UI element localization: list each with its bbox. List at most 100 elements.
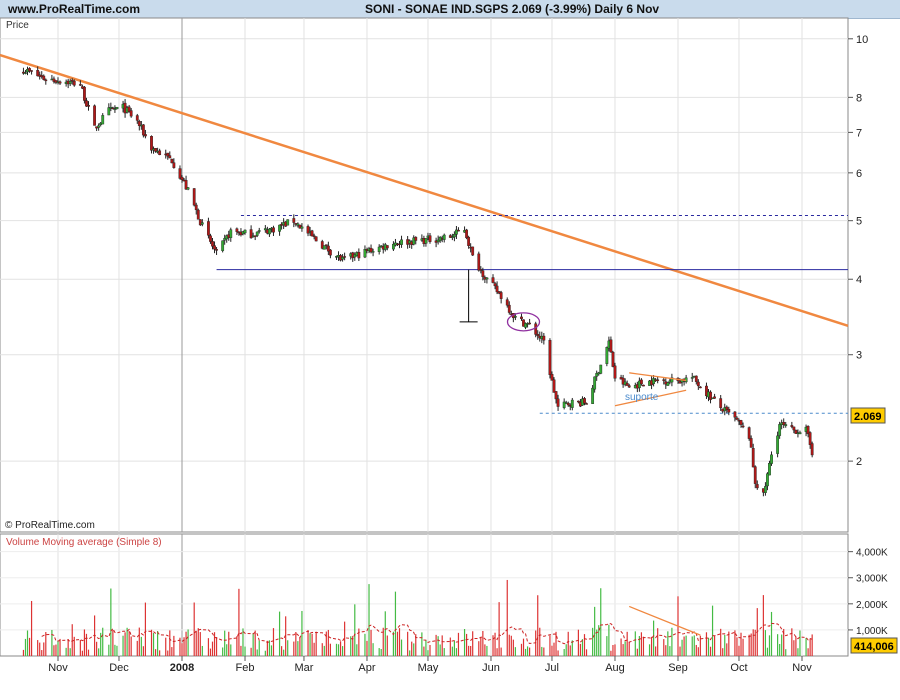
candle-body bbox=[68, 81, 72, 84]
candle-body bbox=[613, 365, 617, 379]
candle-body bbox=[471, 246, 475, 256]
candle-body bbox=[24, 72, 27, 74]
candle-body bbox=[328, 249, 332, 256]
candle-body bbox=[107, 107, 111, 116]
candle-body bbox=[424, 238, 428, 244]
copyright-label: © ProRealTime.com bbox=[5, 520, 95, 531]
candle-body bbox=[735, 417, 739, 420]
candle-body bbox=[591, 387, 595, 404]
time-tick-label: Sep bbox=[668, 662, 688, 674]
last-price-value: 2.069 bbox=[854, 411, 882, 423]
candle-body bbox=[452, 234, 456, 238]
candle-body bbox=[808, 432, 812, 445]
candle-body bbox=[798, 432, 802, 435]
candle-body bbox=[768, 463, 771, 476]
candle-body bbox=[172, 162, 176, 168]
candle-body bbox=[727, 408, 731, 413]
candle-body bbox=[495, 285, 499, 293]
candle-body bbox=[209, 235, 212, 242]
candle-body bbox=[583, 398, 586, 404]
candle-body bbox=[627, 385, 631, 388]
candle-body bbox=[550, 374, 554, 381]
price-tick-label: 3 bbox=[856, 350, 862, 362]
candle-body bbox=[534, 323, 538, 335]
candle-body bbox=[770, 454, 773, 464]
candle-body bbox=[493, 283, 497, 287]
candle-body bbox=[343, 256, 347, 258]
volume-axis: 1,000K 2,000K 3,000K 4,000K bbox=[848, 548, 888, 637]
candle-body bbox=[778, 424, 782, 436]
candle-body bbox=[741, 425, 745, 428]
time-tick-label: Apr bbox=[358, 662, 375, 674]
last-volume-value: 414,006 bbox=[854, 641, 894, 653]
candle-body bbox=[97, 125, 101, 128]
price-tick-label: 7 bbox=[856, 127, 862, 139]
candle-body bbox=[30, 70, 33, 72]
candle-body bbox=[611, 351, 615, 367]
candle-body bbox=[310, 230, 314, 237]
time-tick-label: Jul bbox=[545, 662, 559, 674]
candle-body bbox=[158, 150, 162, 156]
candle-body bbox=[698, 386, 702, 389]
candle-body bbox=[168, 155, 172, 159]
candle-body bbox=[101, 115, 105, 125]
candle-body bbox=[465, 229, 468, 239]
volume-tick-label: 3,000K bbox=[856, 574, 888, 585]
candle-body bbox=[93, 105, 96, 126]
candle-body bbox=[371, 251, 375, 253]
candle-body bbox=[694, 375, 698, 382]
candle-body bbox=[180, 176, 184, 180]
candle-body bbox=[505, 299, 509, 306]
candle-body bbox=[552, 379, 556, 393]
candle-body bbox=[713, 396, 716, 399]
candle-body bbox=[194, 204, 198, 211]
candle-body bbox=[377, 246, 381, 253]
time-tick-label: Oct bbox=[730, 662, 747, 674]
volume-tick-label: 4,000K bbox=[856, 548, 888, 559]
time-tick-label: 2008 bbox=[170, 662, 194, 674]
candle-body bbox=[593, 376, 597, 390]
candle-body bbox=[810, 443, 814, 456]
candle-body bbox=[357, 252, 361, 259]
candle-body bbox=[625, 382, 629, 386]
candle-body bbox=[196, 209, 200, 220]
candle-body bbox=[477, 253, 481, 271]
candle-body bbox=[570, 399, 574, 408]
price-tick-label: 5 bbox=[856, 216, 862, 228]
candle-body bbox=[513, 316, 517, 318]
candle-body bbox=[221, 240, 225, 251]
candle-body bbox=[499, 292, 503, 299]
candle-body bbox=[135, 115, 139, 121]
support-label: suporte bbox=[625, 392, 659, 403]
candle-body bbox=[556, 398, 560, 407]
candle-body bbox=[528, 322, 532, 325]
candle-body bbox=[322, 245, 326, 250]
candle-body bbox=[599, 364, 603, 374]
chart-canvas[interactable]: 2 3 4 5 6 7 8 10 Price © ProRealTime.com suport… bbox=[0, 0, 900, 700]
candle-body bbox=[479, 269, 483, 271]
candle-body bbox=[144, 134, 147, 137]
candle-body bbox=[542, 335, 546, 341]
candle-body bbox=[255, 231, 259, 236]
candle-body bbox=[536, 334, 540, 336]
candle-body bbox=[442, 234, 446, 240]
candle-body bbox=[790, 425, 794, 427]
candle-body bbox=[72, 80, 76, 86]
price-tick-label: 10 bbox=[856, 34, 868, 46]
candle-body bbox=[229, 229, 233, 238]
candle-body bbox=[554, 391, 558, 400]
candle-body bbox=[753, 466, 757, 484]
candle-body bbox=[58, 81, 62, 84]
candle-body bbox=[141, 124, 145, 136]
candle-body bbox=[507, 304, 511, 313]
candle-body bbox=[739, 420, 743, 425]
time-tick-label: Mar bbox=[294, 662, 313, 674]
candle-body bbox=[457, 229, 460, 232]
candle-body bbox=[292, 218, 296, 223]
time-tick-label: Nov bbox=[48, 662, 68, 674]
time-tick-label: Nov bbox=[792, 662, 812, 674]
candle-body bbox=[719, 398, 723, 409]
candle-body bbox=[520, 316, 523, 319]
candle-body bbox=[129, 110, 133, 117]
candle-body bbox=[784, 424, 788, 426]
